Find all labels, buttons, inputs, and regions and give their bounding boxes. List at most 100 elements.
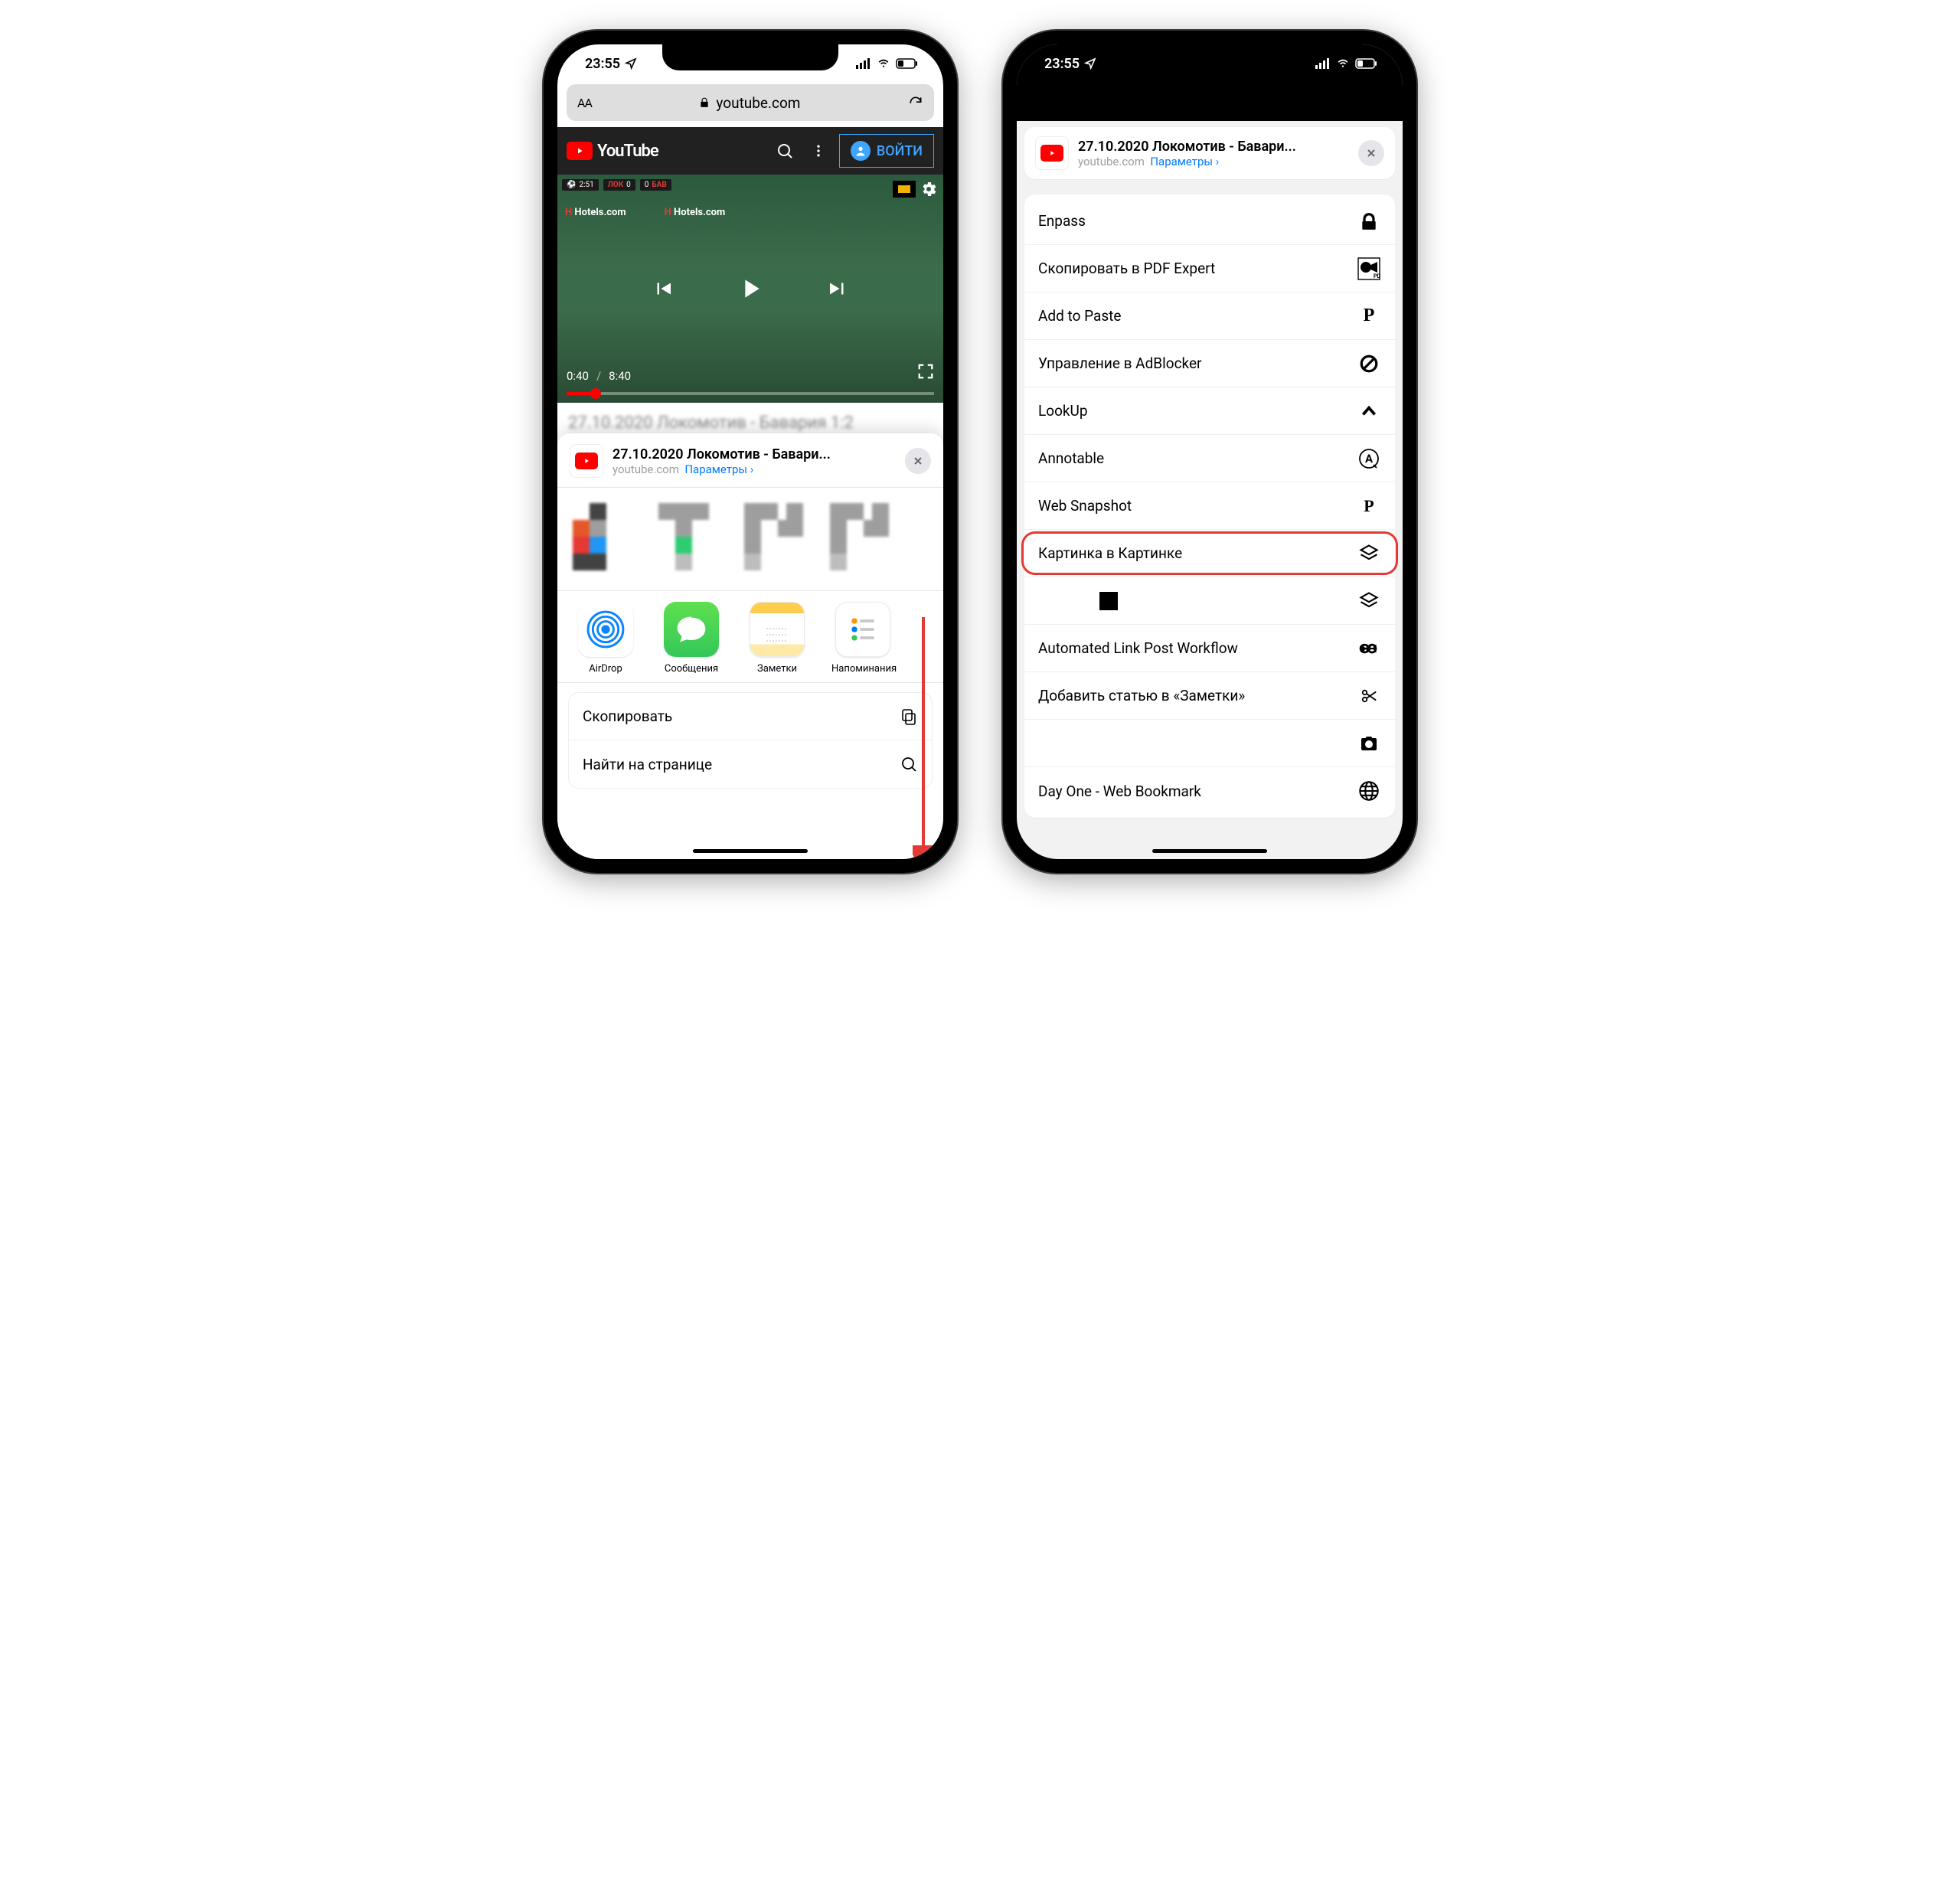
action-find[interactable]: Найти на странице	[569, 740, 932, 788]
scoreboard: ⚽2:51 ЛОК0 0БАВ	[562, 179, 671, 191]
redacted-icon	[1099, 592, 1118, 610]
app-airdrop[interactable]: AirDrop	[574, 602, 637, 675]
lock-icon	[699, 96, 710, 109]
scissors-icon	[1357, 684, 1381, 708]
extensions-list: Enpass Скопировать в PDF Expert PDF Add …	[1024, 194, 1395, 818]
action-add-note[interactable]: Добавить статью в «Заметки»	[1024, 672, 1395, 720]
share-options-link[interactable]: Параметры ›	[684, 462, 753, 476]
prev-button[interactable]	[648, 273, 678, 304]
time-total: 8:40	[609, 369, 631, 383]
enpass-icon	[1357, 209, 1381, 234]
layers-icon	[1357, 541, 1381, 566]
block-icon	[1357, 351, 1381, 376]
action-paste[interactable]: Add to Paste P	[1024, 292, 1395, 340]
play-button[interactable]	[735, 273, 766, 304]
annotable-icon: A	[1357, 446, 1381, 471]
websnapshot-icon: P	[1357, 494, 1381, 518]
sheet-header: 27.10.2020 Локомотив - Бавари... youtube…	[1024, 127, 1395, 179]
action-lookup[interactable]: LookUp	[1024, 387, 1395, 435]
action-pdfexpert[interactable]: Скопировать в PDF Expert PDF	[1024, 245, 1395, 292]
share-apps-row: AirDrop Сообщения Заметки	[557, 591, 943, 682]
app-messages[interactable]: Сообщения	[660, 602, 723, 675]
app-messages-label: Сообщения	[660, 663, 723, 675]
cellular-icon	[1315, 58, 1331, 69]
location-icon	[625, 57, 637, 70]
app-reminders-label: Напоминания	[831, 663, 894, 675]
action-dayone[interactable]: Day One - Web Bookmark	[1024, 767, 1395, 815]
pdf-icon: PDF	[1357, 257, 1381, 281]
time-separator: /	[596, 369, 601, 383]
reload-icon[interactable]	[908, 95, 923, 110]
action-pip[interactable]: Картинка в Картинке	[1024, 530, 1395, 577]
action-annotable[interactable]: Annotable A	[1024, 435, 1395, 482]
wifi-icon	[1335, 58, 1351, 69]
home-indicator[interactable]	[1152, 849, 1267, 853]
signin-label: ВОЙТИ	[877, 143, 923, 159]
app-notes[interactable]: Заметки	[746, 602, 808, 675]
action-unknown[interactable]	[1024, 577, 1395, 625]
sheet-title: 27.10.2020 Локомотив - Бавари...	[1078, 139, 1349, 155]
close-button[interactable]	[1358, 140, 1384, 166]
status-time: 23:55	[1044, 56, 1080, 72]
youtube-play-icon	[567, 142, 593, 160]
notch	[662, 44, 838, 70]
cellular-icon	[856, 58, 871, 69]
url-domain: youtube.com	[716, 94, 800, 112]
layers-icon	[1357, 589, 1381, 613]
home-indicator[interactable]	[693, 849, 808, 853]
search-button[interactable]	[772, 138, 798, 164]
action-websnapshot[interactable]: Web Snapshot P	[1024, 482, 1395, 530]
ad-banner: H Hotels.com H Hotels.com	[565, 207, 725, 218]
share-title: 27.10.2020 Локомотив - Бавари...	[612, 446, 896, 462]
svg-text:PDF: PDF	[1374, 273, 1380, 279]
action-enpass[interactable]: Enpass	[1024, 198, 1395, 245]
notch	[1122, 44, 1298, 70]
globe-icon	[1357, 779, 1381, 803]
location-icon	[1084, 57, 1096, 70]
youtube-header: YouTube ВОЙТИ	[557, 127, 943, 175]
action-camera[interactable]	[1024, 720, 1395, 767]
video-player[interactable]: ⚽2:51 ЛОК0 0БАВ H Hotels.com H Hotels.co…	[557, 175, 943, 403]
sheet-thumb	[1035, 136, 1069, 170]
sheet-subtitle: youtube.com Параметры ›	[1078, 155, 1349, 168]
progress-bar[interactable]	[567, 392, 934, 395]
camera-icon	[1357, 731, 1381, 756]
battery-icon	[1355, 58, 1378, 69]
app-notes-label: Заметки	[746, 663, 808, 675]
gear-icon[interactable]	[919, 179, 939, 199]
phone-left: 23:55 AA	[544, 31, 957, 873]
next-button[interactable]	[822, 273, 853, 304]
text-size-button[interactable]: AA	[577, 96, 592, 110]
svg-text:A: A	[1365, 452, 1374, 466]
paste-icon: P	[1357, 304, 1381, 328]
contacts-row[interactable]	[557, 488, 943, 590]
action-workflow[interactable]: Automated Link Post Workflow	[1024, 625, 1395, 672]
infinity-icon	[1357, 636, 1381, 661]
sheet-options-link[interactable]: Параметры ›	[1150, 155, 1219, 168]
battery-icon	[896, 58, 919, 69]
url-bar[interactable]: AA youtube.com	[567, 84, 934, 121]
annotation-arrow	[913, 614, 934, 859]
time-current: 0:40	[567, 369, 589, 383]
share-thumb	[570, 444, 603, 478]
fullscreen-button[interactable]	[917, 363, 934, 383]
phone-right: 23:55	[1003, 31, 1416, 873]
status-time: 23:55	[585, 56, 620, 72]
action-copy[interactable]: Скопировать	[569, 693, 932, 740]
youtube-logo[interactable]: YouTube	[567, 142, 658, 161]
action-adblocker[interactable]: Управление в AdBlocker	[1024, 340, 1395, 387]
share-actions-list: Скопировать Найти на странице	[568, 692, 933, 789]
quality-badge	[893, 181, 916, 198]
wifi-icon	[876, 58, 891, 69]
app-reminders[interactable]: Напоминания	[831, 602, 894, 675]
chevron-up-icon	[1357, 399, 1381, 423]
actions-sheet: 27.10.2020 Локомотив - Бавари... youtube…	[1024, 127, 1395, 853]
avatar-icon	[851, 141, 871, 161]
share-subtitle: youtube.com Параметры ›	[612, 462, 896, 476]
video-title-peek: 27.10.2020 Локомотив - Бавария 1:2	[557, 403, 943, 437]
youtube-brand-text: YouTube	[597, 142, 658, 161]
signin-button[interactable]: ВОЙТИ	[839, 134, 934, 168]
close-button[interactable]	[905, 448, 931, 474]
share-sheet: 27.10.2020 Локомотив - Бавари... youtube…	[557, 433, 943, 859]
menu-button[interactable]	[805, 138, 831, 164]
